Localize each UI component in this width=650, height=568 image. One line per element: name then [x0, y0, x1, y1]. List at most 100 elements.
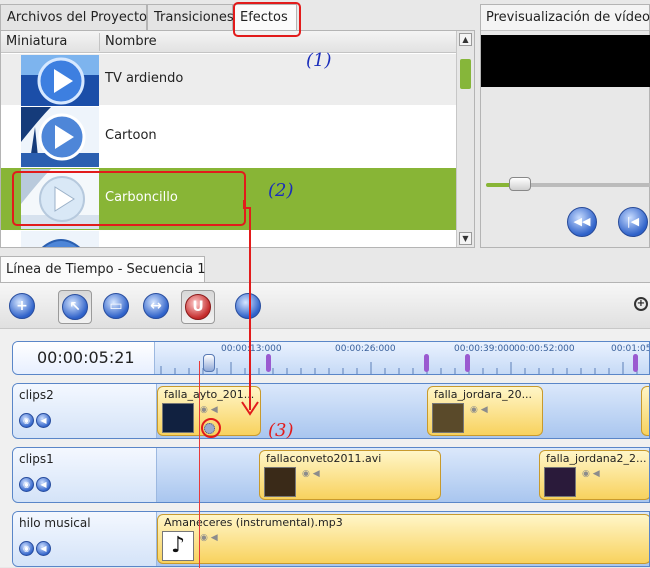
- effect-row-cartoon[interactable]: Cartoon: [1, 106, 456, 168]
- clip-thumbnail: [432, 403, 464, 433]
- timeline-globe-icon: [235, 293, 261, 319]
- ruler-ticks: [160, 362, 638, 374]
- track-buttons: ◉ ◀: [19, 540, 53, 556]
- track-name: clips2: [19, 388, 54, 402]
- zoom-in-icon[interactable]: +: [634, 297, 648, 311]
- play-thumbnail-icon: [21, 107, 99, 167]
- clip-audio-icon: ◉ ◀: [582, 469, 600, 479]
- clip-title: falla_jordara_20...: [434, 388, 533, 401]
- scrollbar-thumb[interactable]: [460, 59, 471, 89]
- annotation-label-3: (3): [268, 420, 294, 441]
- effects-scrollbar[interactable]: ▲ ▼: [456, 31, 474, 247]
- effect-name: TV ardiendo: [105, 71, 184, 86]
- track-clips2[interactable]: clips2 ◉ ◀ falla_ayto_201... ◉ ◀ falla_jo…: [12, 383, 650, 439]
- track-buttons: ◉ ◀: [19, 476, 53, 492]
- razor-tool-button[interactable]: ▭: [100, 290, 134, 324]
- snap-tool-button[interactable]: U: [181, 290, 215, 324]
- effect-row-partial[interactable]: [1, 230, 456, 247]
- clip[interactable]: falla_jordara_20... ◉ ◀: [427, 386, 543, 436]
- clip-audio-icon: ◉ ◀: [200, 405, 218, 415]
- timeline-ruler[interactable]: 00:00:05:21 00:00:13:000 00:00:26:000 00…: [12, 341, 650, 375]
- resize-tool-button[interactable]: ↔: [140, 290, 174, 324]
- column-miniatura[interactable]: Miniatura: [6, 34, 67, 49]
- rewind-icon[interactable]: ◀◀: [567, 207, 597, 237]
- ruler-label: 00:00:52:000: [514, 344, 575, 354]
- timecode-display: 00:00:05:21: [13, 342, 155, 374]
- add-track-icon: +: [9, 293, 35, 319]
- effect-name: Carboncillo: [105, 190, 178, 205]
- effects-panel: Miniatura Nombre TV ardiendo Cartoon Car…: [0, 30, 475, 248]
- clip-title: fallaconveto2011.avi: [266, 452, 382, 465]
- snap-magnet-icon: U: [185, 294, 211, 320]
- clip-title: Amaneceres (instrumental).mp3: [164, 516, 343, 529]
- clip-thumbnail: [162, 403, 194, 433]
- preview-title[interactable]: Previsualización de vídeo: [481, 5, 650, 31]
- effect-row-carboncillo[interactable]: Carboncillo: [1, 168, 456, 230]
- ruler-marker[interactable]: [424, 354, 429, 372]
- track-audio-icon[interactable]: ◀: [36, 477, 51, 492]
- project-tabs: Archivos del Proyecto Transiciones Efect…: [0, 4, 476, 30]
- annotation-label-1: (1): [306, 50, 332, 71]
- annotation-label-2: (2): [268, 180, 294, 201]
- tab-timeline[interactable]: Línea de Tiempo - Secuencia 1: [0, 256, 206, 282]
- tab-efectos[interactable]: Efectos: [233, 4, 297, 30]
- clip[interactable]: fallaconveto2011.avi ◉ ◀: [259, 450, 441, 500]
- clip-audio-icon: ◉ ◀: [470, 405, 488, 415]
- timeline-panel: + ↖ ▭ ↔ U + 00:00:05:21 00:00:13:000 00:…: [0, 282, 650, 568]
- ruler-label: 00:00:26:000: [335, 344, 396, 354]
- effect-applied-icon[interactable]: [204, 423, 215, 434]
- preview-seek-handle[interactable]: [509, 177, 531, 191]
- play-thumbnail-icon: [21, 169, 99, 229]
- track-hilo-musical[interactable]: hilo musical ◉ ◀ Amaneceres (instrumental…: [12, 511, 650, 567]
- track-header: clips1 ◉ ◀: [13, 448, 157, 502]
- playhead-handle[interactable]: [203, 354, 215, 372]
- resize-icon: ↔: [143, 293, 169, 319]
- effects-list-header: Miniatura Nombre: [1, 31, 474, 53]
- ruler-marker[interactable]: [633, 354, 638, 372]
- select-tool-button[interactable]: ↖: [58, 290, 92, 324]
- column-nombre[interactable]: Nombre: [105, 34, 157, 49]
- select-pointer-icon: ↖: [62, 294, 88, 320]
- clip-thumbnail: [544, 467, 576, 497]
- clip[interactable]: falla_ayto_201... ◉ ◀: [157, 386, 261, 436]
- clip-audio-icon: ◉ ◀: [200, 533, 218, 543]
- ruler-marker[interactable]: [465, 354, 470, 372]
- track-name: hilo musical: [19, 516, 91, 530]
- clip[interactable]: falla_jordana2_2... ◉ ◀: [539, 450, 649, 500]
- clip-title: falla_ayto_201...: [164, 388, 255, 401]
- tab-transiciones[interactable]: Transiciones: [147, 4, 234, 30]
- track-clips1[interactable]: clips1 ◉ ◀ fallaconveto2011.avi ◉ ◀ falla…: [12, 447, 650, 503]
- ruler-label: 00:00:13:000: [221, 344, 282, 354]
- timeline-toolbar: + ↖ ▭ ↔ U +: [0, 283, 650, 329]
- effect-name: Cartoon: [105, 128, 157, 143]
- play-thumbnail-icon: [21, 55, 99, 106]
- tab-archivos-del-proyecto[interactable]: Archivos del Proyecto: [0, 4, 147, 30]
- timeline-globe-button[interactable]: [232, 290, 266, 324]
- track-visibility-icon[interactable]: ◉: [19, 413, 34, 428]
- razor-icon: ▭: [103, 293, 129, 319]
- play-thumbnail-icon: [21, 231, 99, 247]
- scroll-up-icon[interactable]: ▲: [459, 33, 472, 46]
- add-track-button[interactable]: +: [6, 290, 40, 324]
- clip-audio-icon: ◉ ◀: [302, 469, 320, 479]
- clip[interactable]: [641, 386, 649, 436]
- track-audio-icon[interactable]: ◀: [36, 413, 51, 428]
- track-visibility-icon[interactable]: ◉: [19, 477, 34, 492]
- clip-title: falla_jordana2_2...: [546, 452, 647, 465]
- track-header: hilo musical ◉ ◀: [13, 512, 157, 566]
- track-audio-icon[interactable]: ◀: [36, 541, 51, 556]
- track-visibility-icon[interactable]: ◉: [19, 541, 34, 556]
- preview-screen: [481, 35, 650, 87]
- track-name: clips1: [19, 452, 54, 466]
- track-header: clips2 ◉ ◀: [13, 384, 157, 438]
- ruler-label: 00:00:39:000: [454, 344, 515, 354]
- previous-frame-icon[interactable]: |◀: [618, 207, 648, 237]
- column-separator: [99, 33, 100, 51]
- ruler-marker[interactable]: [266, 354, 271, 372]
- effect-row-tv-ardiendo[interactable]: TV ardiendo: [1, 54, 456, 106]
- track-buttons: ◉ ◀: [19, 412, 53, 428]
- playhead-line: [199, 361, 200, 568]
- clip[interactable]: Amaneceres (instrumental).mp3 ♪ ◉ ◀: [157, 514, 649, 564]
- scroll-down-icon[interactable]: ▼: [459, 232, 472, 245]
- ruler-label: 00:01:05: [611, 344, 650, 354]
